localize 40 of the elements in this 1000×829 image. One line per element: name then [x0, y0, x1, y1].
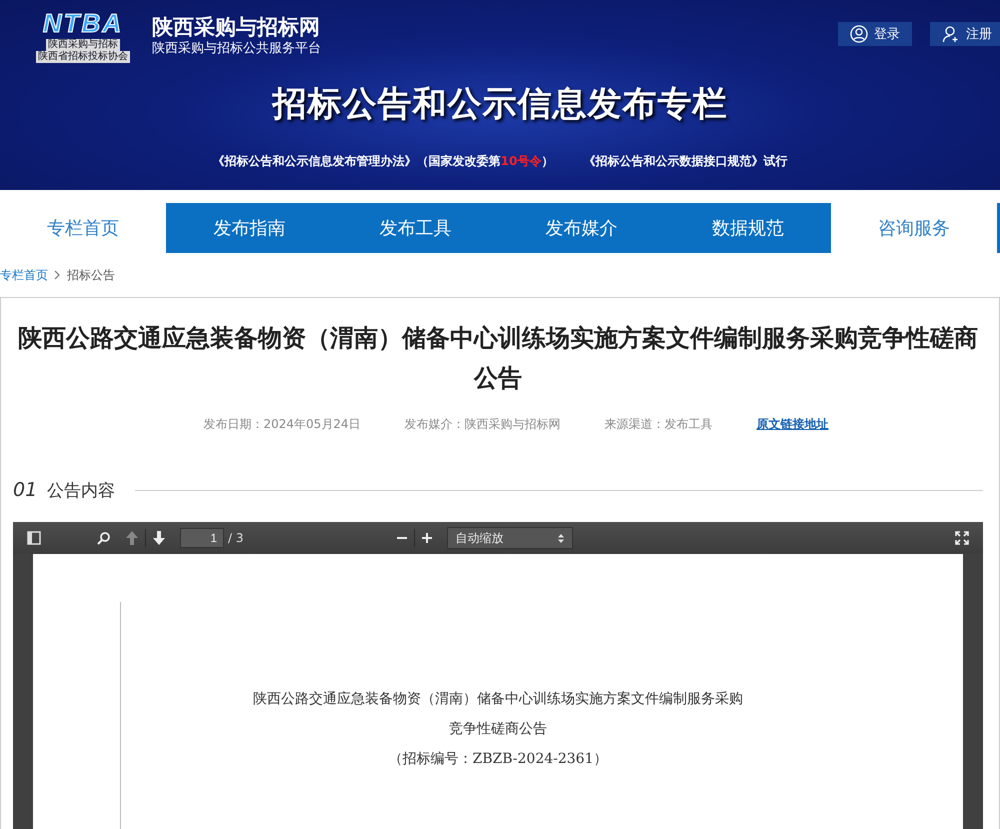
meta-text: 来源渠道：发布工具	[604, 416, 713, 433]
banner-title: 招标公告和公示信息发布专栏	[270, 83, 728, 126]
fullscreen-icon[interactable]	[955, 531, 969, 545]
zoom-select[interactable]: 自动缩放	[446, 527, 572, 549]
updown-caret-icon	[558, 534, 564, 542]
zoom-in-icon[interactable]	[420, 532, 432, 544]
chevron-right-icon	[54, 270, 61, 280]
add-user-icon	[942, 25, 960, 43]
section-title: 公告内容	[47, 480, 116, 502]
meta-text: 发布日期：2024年05月24日	[203, 416, 361, 433]
page-number-field[interactable]: 1	[180, 528, 224, 548]
site-name: 陕西采购与招标网	[152, 14, 321, 40]
nav-tab[interactable]: 发布指南	[166, 203, 332, 253]
nav-tab[interactable]: 发布媒介	[498, 203, 665, 253]
sidebar-toggle-icon[interactable]	[27, 531, 41, 545]
breadcrumb-current: 招标公告	[67, 266, 115, 284]
notice-link[interactable]: 《招标公告和公示信息发布管理办法》（国家发改委第10号令）	[212, 153, 554, 170]
logo-text: 陕西省招标投标协会	[36, 51, 130, 63]
notice-link[interactable]: 《招标公告和公示数据接口规范》试行	[583, 153, 788, 170]
nav-tab[interactable]: 发布工具	[332, 203, 499, 253]
document-text: 陕西公路交通应急装备物资（渭南）储备中心训练场实施方案文件编制服务采购	[253, 690, 743, 708]
meta-text: 发布媒介：陕西采购与招标网	[404, 416, 561, 433]
document-text: 竞争性磋商公告	[448, 720, 548, 738]
breadcrumb-link[interactable]: 专栏首页	[0, 266, 48, 284]
logo[interactable]: NTBA 陕西采购与招标 陕西省招标投标协会	[22, 8, 144, 63]
source-link[interactable]: 原文链接地址	[756, 416, 829, 433]
register-button[interactable]: 注册	[930, 22, 1000, 46]
user-circle-icon	[850, 25, 868, 43]
search-icon[interactable]	[97, 531, 111, 545]
nav-tab[interactable]: 数据规范	[664, 203, 831, 253]
logo-text: 陕西采购与招标	[46, 39, 120, 51]
article-title: 陕西公路交通应急装备物资（渭南）储备中心训练场实施方案文件编制服务采购竞争性磋商公告	[17, 323, 979, 394]
document-text: （招标编号：ZBZB-2024-2361）	[387, 750, 608, 768]
login-button[interactable]: 登录	[838, 22, 912, 46]
site-subtitle: 陕西采购与招标公共服务平台	[152, 40, 321, 58]
arrow-down-icon[interactable]	[152, 530, 166, 546]
page-count: / 3	[228, 531, 244, 545]
section-number: 01	[13, 479, 38, 501]
arrow-up-icon[interactable]	[125, 530, 139, 546]
logo-mark: NTBA	[42, 8, 124, 38]
